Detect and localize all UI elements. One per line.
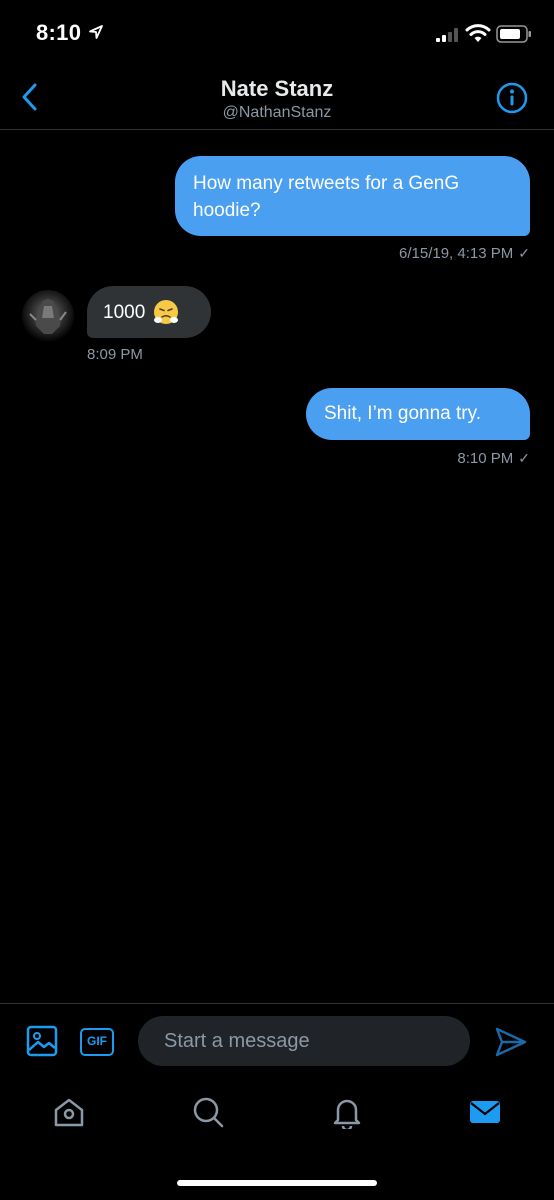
message-text: Shit, I’m gonna try. xyxy=(324,403,481,424)
contact-name: Nate Stanz xyxy=(220,76,334,101)
image-icon[interactable] xyxy=(26,1025,58,1057)
contact-avatar[interactable] xyxy=(22,290,74,342)
message-timestamp: 8:09 PM xyxy=(87,346,143,363)
read-check-icon: ✓ xyxy=(518,245,530,261)
location-arrow-icon xyxy=(89,25,103,39)
info-icon[interactable] xyxy=(496,82,528,114)
cellular-signal-icon xyxy=(436,28,458,42)
status-bar: 8:10 xyxy=(0,0,554,66)
sent-message-bubble[interactable]: How many retweets for a GenG hoodie? xyxy=(175,156,530,236)
contact-handle: @NathanStanz xyxy=(222,104,332,121)
gif-button[interactable]: GIF xyxy=(80,1028,114,1056)
avatar-image xyxy=(29,299,67,334)
notifications-icon[interactable] xyxy=(330,1095,364,1129)
messages-icon[interactable] xyxy=(468,1095,502,1129)
conversation-header: Nate Stanz @NathanStanz xyxy=(0,66,554,130)
message-text: 1000 xyxy=(103,301,146,323)
home-icon[interactable] xyxy=(52,1095,86,1129)
face-with-steam-from-nose-emoji-icon xyxy=(154,300,179,324)
battery-icon xyxy=(496,25,531,43)
read-check-icon: ✓ xyxy=(518,450,530,466)
message-text: How many retweets for a GenG hoodie? xyxy=(193,173,460,221)
sent-message-bubble[interactable]: Shit, I’m gonna try. xyxy=(306,388,530,440)
wifi-icon xyxy=(465,24,491,42)
message-composer: GIF xyxy=(0,1003,554,1079)
search-icon[interactable] xyxy=(191,1095,225,1129)
message-timestamp: 8:10 PM ✓ xyxy=(457,450,530,467)
message-input[interactable] xyxy=(138,1016,470,1066)
status-time: 8:10 xyxy=(36,20,82,45)
send-icon[interactable] xyxy=(494,1026,528,1058)
home-indicator[interactable] xyxy=(177,1180,377,1186)
message-timestamp: 6/15/19, 4:13 PM ✓ xyxy=(399,245,530,262)
received-message-bubble[interactable]: 1000 xyxy=(87,286,211,338)
